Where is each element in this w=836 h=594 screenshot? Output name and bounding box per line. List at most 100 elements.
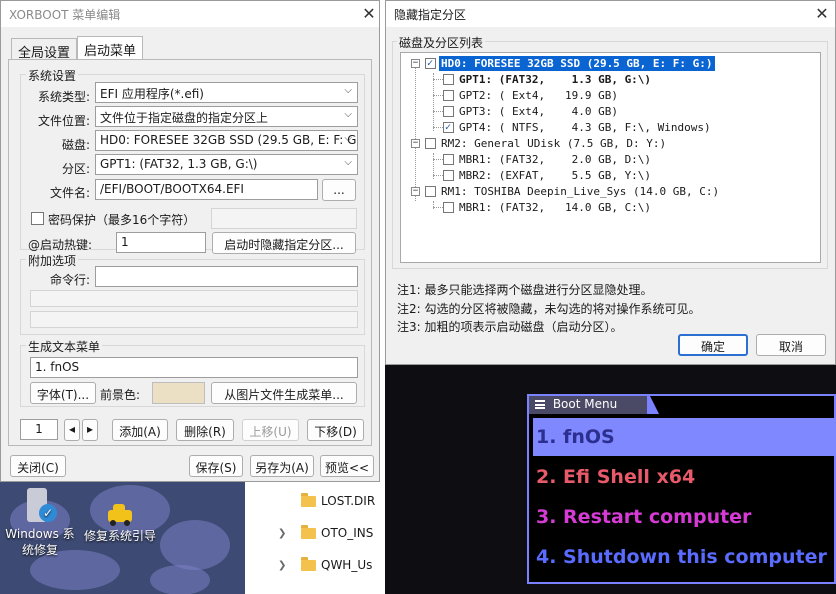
tree-checkbox[interactable] [443,90,454,101]
menu-index-input[interactable]: 1 [20,419,58,440]
desktop-icon-windows-repair[interactable]: ✓ Windows 系统修复 [2,486,78,558]
hotkey-label: @启动热键: [28,238,93,252]
disk-label: 磁盘: [61,138,90,152]
foreground-label: 前景色: [100,388,141,402]
delete-button[interactable]: 删除(R) [176,419,234,441]
tree-item-partition[interactable]: GPT2: ( Ext4, 19.9 GB) [443,88,618,104]
folder-icon [301,493,316,507]
system-type-label: 系统类型: [37,90,90,104]
tree-checkbox[interactable] [443,154,454,165]
tree-checkbox[interactable] [443,120,454,135]
boot-menu-item[interactable]: 2. Efi Shell x64 [533,458,836,496]
save-as-button[interactable]: 另存为(A) [250,455,314,477]
tree-checkbox[interactable] [443,170,454,181]
list-item[interactable]: ❯ OTO_INS [245,522,385,548]
foreground-color-swatch[interactable] [152,382,205,404]
boot-menu-item[interactable]: 3. Restart computer [533,498,836,536]
chevron-down-icon: ⌵ [344,85,352,96]
preview-button[interactable]: 预览<< [320,455,374,477]
close-icon[interactable]: ✕ [812,4,832,24]
filename-label: 文件名: [49,186,90,200]
move-down-button[interactable]: 下移(D) [307,419,364,441]
boot-menu-item[interactable]: 4. Shutdown this computer [533,538,836,576]
tree-checkbox[interactable] [425,186,436,197]
tree-checkbox[interactable] [425,56,436,71]
note-text: 注2: 勾选的分区将被隐藏，未勾选的将对操作系统可见。 [397,302,701,316]
password-checkbox[interactable] [31,212,44,225]
group-label: 生成文本菜单 [26,338,103,355]
note-text: 注3: 加粗的项表示启动磁盘（启动分区）。 [397,320,623,334]
tree-item-partition[interactable]: MBR1: (FAT32, 14.0 GB, C:\) [443,200,651,216]
list-item[interactable]: LOST.DIR [245,490,385,516]
password-input[interactable] [211,208,357,229]
desktop-icon-boot-repair[interactable]: 修复系统引导 [80,502,160,544]
system-type-select[interactable]: EFI 应用程序(*.efi) ⌵ [95,82,358,103]
close-icon[interactable]: ✕ [359,4,379,24]
save-button[interactable]: 保存(S) [189,455,243,477]
menu-icon [535,400,545,409]
hide-partition-button[interactable]: 启动时隐藏指定分区... [212,232,356,254]
chevron-right-icon[interactable]: ❯ [278,528,286,539]
spin-left-icon[interactable]: ◂ [64,419,80,441]
filename-input[interactable]: /EFI/BOOT/BOOTX64.EFI [95,179,318,200]
move-up-button[interactable]: 上移(U) [242,419,299,441]
partition-label: 分区: [61,162,90,176]
cmdline-label: 命令行: [49,273,90,287]
cancel-button[interactable]: 取消 [756,334,826,356]
repair-car-icon [105,502,135,528]
menu-item-text-input[interactable]: 1. fnOS [30,357,358,378]
partition-tree[interactable]: − − − HD0: FORESEE 32GB SSD (29.5 GB, E:… [400,52,821,263]
cmdline-input[interactable] [95,266,358,287]
partition-select[interactable]: GPT1: (FAT32, 1.3 GB, G:\) ⌵ [95,154,358,175]
tree-item-partition[interactable]: GPT1: (FAT32, 1.3 GB, G:\) [443,72,651,88]
group-label: 磁盘及分区列表 [397,34,486,51]
folder-icon [301,525,316,539]
ok-button[interactable]: 确定 [678,334,748,356]
boot-menu-title: Boot Menu [527,394,659,414]
file-explorer-list: LOST.DIR ❯ OTO_INS ❯ QWH_Us [245,480,385,594]
tree-item-partition[interactable]: GPT4: ( NTFS, 4.3 GB, F:\, Windows) [443,120,711,136]
chevron-right-icon[interactable]: ❯ [278,560,286,571]
hotkey-input[interactable]: 1 [116,232,206,253]
spin-right-icon[interactable]: ▸ [82,419,98,441]
tree-checkbox[interactable] [425,138,436,149]
shield-check-icon: ✓ [23,486,57,526]
tree-item-disk[interactable]: RM1: TOSHIBA Deepin_Live_Sys (14.0 GB, C… [425,184,719,200]
chevron-down-icon: ⌵ [344,133,352,144]
desktop-icon-label: 修复系统引导 [83,529,156,543]
tree-item-disk[interactable]: HD0: FORESEE 32GB SSD (29.5 GB, E: F: G:… [425,56,715,72]
font-button[interactable]: 字体(T)... [30,382,96,404]
tree-checkbox[interactable] [443,106,454,117]
file-location-label: 文件位置: [37,114,90,128]
desktop-background: ✓ Windows 系统修复 修复系统引导 [0,480,245,594]
window-title: XORBOOT 菜单编辑 [1,1,379,27]
add-button[interactable]: 添加(A) [112,419,168,441]
boot-menu-preview: Boot Menu 1. fnOS 2. Efi Shell x64 3. Re… [527,394,836,584]
from-image-button[interactable]: 从图片文件生成菜单... [211,382,357,404]
chevron-down-icon: ⌵ [344,109,352,120]
collapse-icon[interactable]: − [411,187,420,196]
disk-select[interactable]: HD0: FORESEE 32GB SSD (29.5 GB, E: F: G:… [95,130,358,151]
extra-option-input[interactable] [30,290,358,307]
tree-checkbox[interactable] [443,202,454,213]
file-location-select[interactable]: 文件位于指定磁盘的指定分区上 ⌵ [95,106,358,127]
tree-item-partition[interactable]: MBR1: (FAT32, 2.0 GB, D:\) [443,152,651,168]
password-label: 密码保护（最多16个字符） [48,213,196,227]
tree-checkbox[interactable] [443,74,454,85]
close-button[interactable]: 关闭(C) [10,455,66,477]
tab-boot-menu[interactable]: 启动菜单 [77,36,144,61]
collapse-icon[interactable]: − [411,139,420,148]
collapse-icon[interactable]: − [411,59,420,68]
tree-item-partition[interactable]: GPT3: ( Ext4, 4.0 GB) [443,104,618,120]
tree-item-partition[interactable]: MBR2: (EXFAT, 5.5 GB, Y:\) [443,168,651,184]
extra-option-input[interactable] [30,311,358,328]
dialog-title: 隐藏指定分区 [386,1,835,27]
boot-menu-item[interactable]: 1. fnOS [533,418,836,456]
folder-icon [301,557,316,571]
browse-button[interactable]: ... [322,179,356,201]
tab-global-settings[interactable]: 全局设置 [11,38,78,61]
list-item[interactable]: ❯ QWH_Us [245,554,385,580]
tree-item-disk[interactable]: RM2: General UDisk (7.5 GB, D: Y:) [425,136,666,152]
note-text: 注1: 最多只能选择两个磁盘进行分区显隐处理。 [397,283,653,297]
desktop-icon-label: Windows 系统修复 [5,527,75,557]
